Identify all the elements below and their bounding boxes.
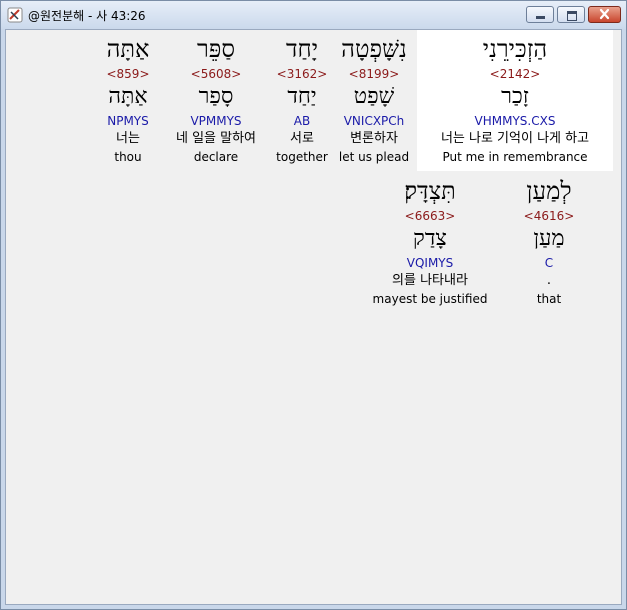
korean-gloss: .	[546, 273, 552, 288]
korean-gloss: 변론하자	[350, 131, 398, 146]
hebrew-word: תִּצְדָּק׃	[404, 177, 456, 205]
strong-number: <8199>	[348, 67, 400, 81]
strong-number: <2142>	[489, 67, 541, 81]
strong-number: <3162>	[276, 67, 328, 81]
hebrew-lemma: זָכַר	[501, 84, 529, 109]
app-icon	[7, 7, 23, 23]
korean-gloss: 너는 나로 기억이 나게 하고	[440, 131, 590, 146]
verse-analysis-panel: אַתָּה <859> אַתָּה NPMYS 너는 thou סַפֵּר…	[5, 29, 622, 605]
close-icon	[589, 7, 620, 22]
word-column[interactable]: אַתָּה <859> אַתָּה NPMYS 너는 thou	[96, 32, 160, 166]
hebrew-word: לְמַעַן	[526, 177, 572, 205]
hebrew-word: נִשָּׁפְטָה	[341, 35, 407, 63]
hebrew-word: סַפֵּר	[196, 35, 235, 63]
app-window: @원전분해 - 사 43:26 אַתָּה <859> אַתָּה NPMY…	[0, 0, 627, 610]
korean-gloss: 서로	[290, 131, 314, 146]
english-gloss: declare	[193, 150, 239, 164]
close-button[interactable]	[588, 6, 621, 23]
word-column[interactable]: נִשָּׁפְטָה <8199> שָׁפַט VNICXPCh 변론하자 …	[336, 32, 412, 166]
english-gloss: let us plead	[338, 150, 410, 164]
english-gloss: that	[536, 292, 562, 306]
morphology-code: VPMMYS	[190, 114, 242, 128]
hebrew-lemma: מַעַן	[533, 226, 565, 251]
korean-gloss: 너는	[116, 131, 140, 146]
hebrew-word: יָחַד	[285, 35, 319, 63]
hebrew-lemma: שָׁפַט	[353, 84, 395, 109]
minimize-icon	[527, 7, 553, 22]
strong-number: <5608>	[190, 67, 242, 81]
hebrew-word: אַתָּה	[106, 35, 150, 63]
morphology-code: VNICXPCh	[343, 114, 405, 128]
hebrew-lemma: אַתָּה	[108, 84, 148, 109]
morphology-code: C	[544, 256, 554, 270]
english-gloss: together	[276, 150, 328, 164]
window-title: @원전분해 - 사 43:26	[28, 9, 146, 23]
word-column[interactable]: תִּצְדָּק׃ <6663> צָדַק VQIMYS 의를 나타내라 m…	[370, 174, 490, 308]
english-gloss: mayest be justified	[372, 292, 488, 306]
strong-number: <6663>	[404, 209, 456, 223]
hebrew-word: הַזְכִּירֵנִי	[482, 35, 548, 63]
hebrew-lemma: יַחַד	[287, 84, 317, 109]
word-column[interactable]: סַפֵּר <5608> סָפַר VPMMYS 네 일을 말하여 decl…	[164, 32, 268, 166]
english-gloss: thou	[114, 150, 142, 164]
morphology-code: NPMYS	[107, 114, 149, 128]
minimize-button[interactable]	[526, 6, 554, 23]
title-bar[interactable]: @원전분해 - 사 43:26	[1, 1, 626, 29]
word-column[interactable]: יָחַד <3162> יַחַד AB 서로 together	[272, 32, 332, 166]
korean-gloss: 의를 나타내라	[392, 273, 468, 288]
morphology-code: AB	[293, 114, 311, 128]
word-column-selected[interactable]: הַזְכִּירֵנִי <2142> זָכַר VHMMYS.CXS 너는…	[417, 32, 613, 166]
hebrew-lemma: צָדַק	[413, 226, 447, 251]
strong-number: <859>	[106, 67, 150, 81]
maximize-button[interactable]	[557, 6, 585, 23]
morphology-code: VQIMYS	[406, 256, 454, 270]
morphology-code: VHMMYS.CXS	[474, 114, 556, 128]
maximize-icon	[558, 7, 584, 22]
word-column[interactable]: לְמַעַן <4616> מַעַן C . that	[514, 174, 584, 308]
hebrew-lemma: סָפַר	[198, 84, 234, 109]
english-gloss: Put me in remembrance	[442, 150, 588, 164]
korean-gloss: 네 일을 말하여	[175, 131, 257, 146]
strong-number: <4616>	[523, 209, 575, 223]
